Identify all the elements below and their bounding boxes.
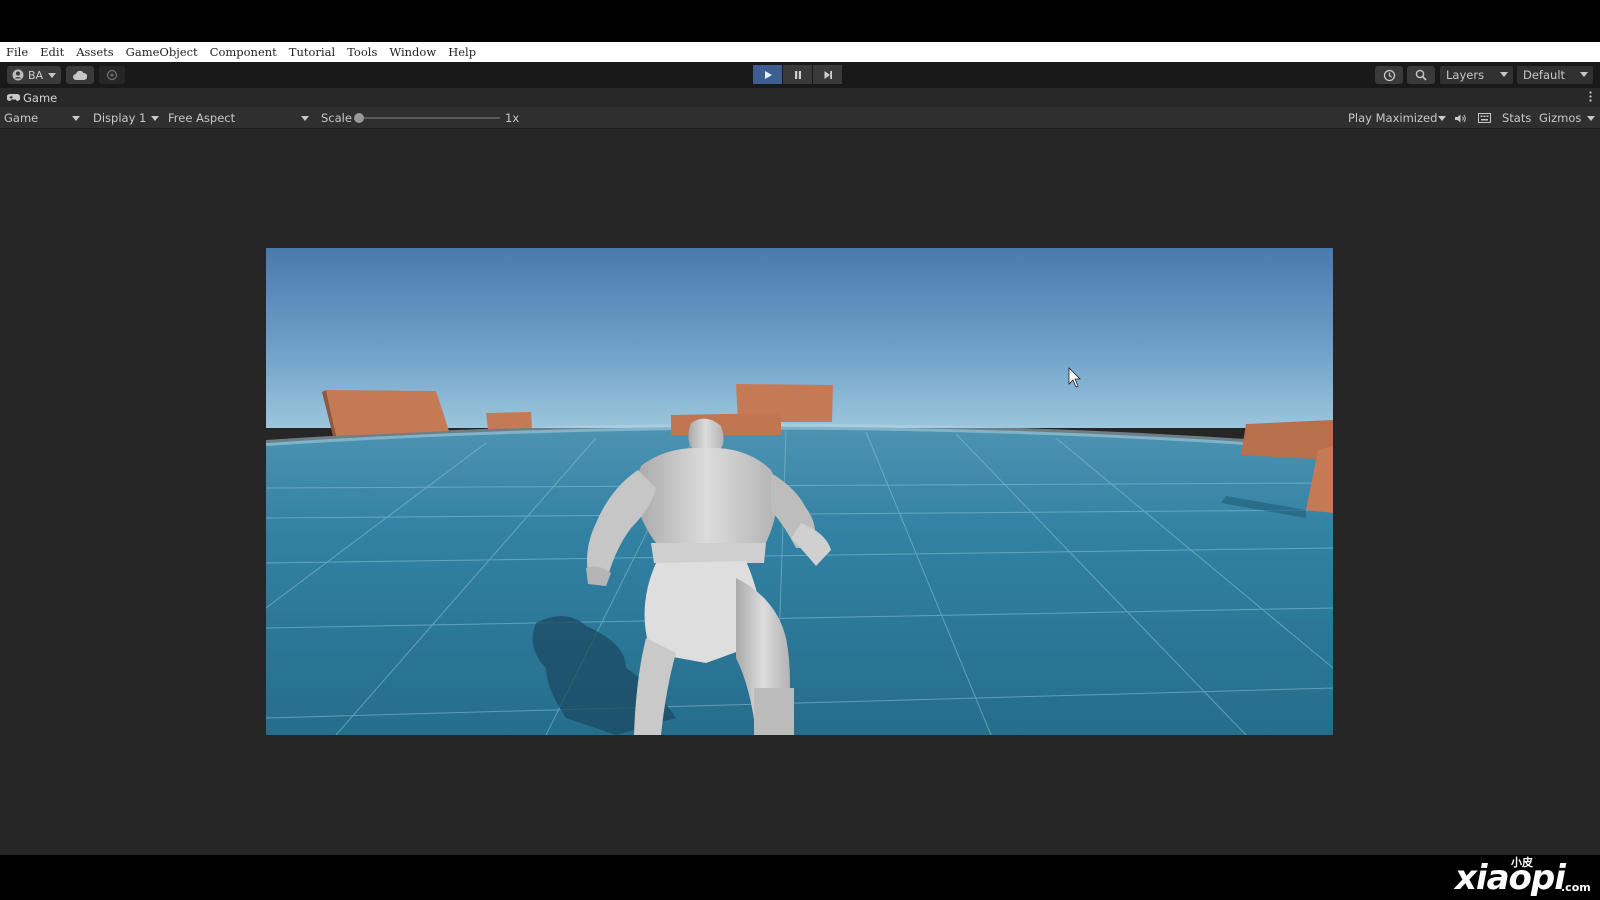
- display-select-label: Display 1: [93, 111, 147, 125]
- step-icon: [824, 70, 832, 79]
- window-top-bar: [0, 0, 1600, 42]
- scale-slider-thumb[interactable]: [354, 113, 364, 123]
- layout-dropdown[interactable]: Default: [1517, 66, 1593, 84]
- undo-history-button[interactable]: [1375, 66, 1403, 84]
- account-label: BA: [27, 68, 44, 82]
- layers-label: Layers: [1446, 68, 1485, 82]
- scale-slider[interactable]: [354, 110, 500, 126]
- game-view-toolbar: Game Display 1 Free Aspect Scale 1x Play…: [0, 107, 1600, 129]
- chevron-down-icon: [1500, 72, 1508, 77]
- view-select[interactable]: Game: [4, 110, 82, 126]
- menu-assets[interactable]: Assets: [70, 45, 119, 59]
- game-tab-row: Game: [0, 88, 1600, 107]
- watermark-suffix: .com: [1561, 881, 1591, 894]
- step-button[interactable]: [813, 65, 842, 84]
- tab-game[interactable]: Game: [7, 91, 57, 105]
- ground-plane: [266, 423, 1333, 735]
- play-button[interactable]: [753, 65, 782, 84]
- playback-controls: [753, 65, 842, 84]
- window-bottom-bar: [0, 855, 1600, 900]
- pause-icon: [794, 70, 801, 79]
- cloud-icon: [73, 70, 87, 80]
- menu-gameobject[interactable]: GameObject: [120, 45, 204, 59]
- menu-file[interactable]: File: [0, 45, 34, 59]
- main-toolbar: BA Layers Default: [0, 62, 1600, 89]
- shortcuts-toggle[interactable]: [1478, 110, 1491, 126]
- watermark-latin-text: xiaopi: [1455, 858, 1566, 898]
- menu-edit[interactable]: Edit: [34, 45, 70, 59]
- menu-tools[interactable]: Tools: [341, 45, 383, 59]
- site-watermark-logo: 小皮 xiaopi .com: [1455, 848, 1595, 898]
- display-select[interactable]: Display 1: [93, 110, 161, 126]
- game-scene: [266, 248, 1333, 735]
- scale-value: 1x: [505, 111, 520, 125]
- game-viewport[interactable]: [266, 248, 1333, 735]
- account-dropdown[interactable]: BA: [7, 66, 61, 84]
- more-vertical-icon: [1589, 91, 1592, 102]
- gizmos-dropdown[interactable]: Gizmos: [1539, 110, 1595, 126]
- history-icon: [1383, 69, 1395, 81]
- search-button[interactable]: [1407, 66, 1435, 84]
- pause-button[interactable]: [783, 65, 812, 84]
- scale-slider-track: [358, 117, 500, 119]
- crate-far-left: [322, 390, 449, 436]
- collab-button[interactable]: [99, 66, 125, 84]
- play-icon: [764, 70, 772, 79]
- menu-bar: File Edit Assets GameObject Component Tu…: [0, 42, 1600, 62]
- crate-small: [486, 412, 532, 429]
- crate-center: [671, 413, 781, 435]
- collab-icon: [106, 69, 118, 81]
- aspect-select[interactable]: Free Aspect: [168, 110, 311, 126]
- mute-audio-toggle[interactable]: [1454, 110, 1467, 126]
- chevron-down-icon: [1438, 116, 1446, 121]
- chevron-down-icon: [72, 116, 80, 121]
- layout-label: Default: [1523, 68, 1566, 82]
- layers-dropdown[interactable]: Layers: [1440, 66, 1513, 84]
- speaker-icon: [1455, 114, 1466, 122]
- search-icon: [1415, 69, 1427, 81]
- scale-label: Scale: [321, 111, 352, 125]
- stats-button[interactable]: Stats: [1502, 110, 1531, 126]
- gamepad-icon: [7, 94, 20, 101]
- menu-window[interactable]: Window: [383, 45, 442, 59]
- play-mode-label: Play Maximized: [1348, 111, 1438, 125]
- view-select-label: Game: [4, 111, 39, 125]
- play-mode-select[interactable]: Play Maximized: [1348, 110, 1446, 126]
- tab-menu-button[interactable]: [1589, 91, 1592, 105]
- menu-component[interactable]: Component: [204, 45, 283, 59]
- menu-tutorial[interactable]: Tutorial: [283, 45, 341, 59]
- keyboard-icon: [1478, 113, 1491, 123]
- aspect-select-label: Free Aspect: [168, 111, 236, 125]
- chevron-down-icon: [151, 116, 159, 121]
- chevron-down-icon: [1587, 116, 1595, 121]
- menu-help[interactable]: Help: [442, 45, 482, 59]
- chevron-down-icon: [1580, 72, 1588, 77]
- chevron-down-icon: [301, 116, 309, 121]
- chevron-down-icon: [48, 72, 57, 78]
- tab-title: Game: [23, 90, 58, 105]
- account-icon: [12, 69, 24, 81]
- cloud-button[interactable]: [66, 66, 94, 84]
- gizmos-label: Gizmos: [1539, 111, 1582, 125]
